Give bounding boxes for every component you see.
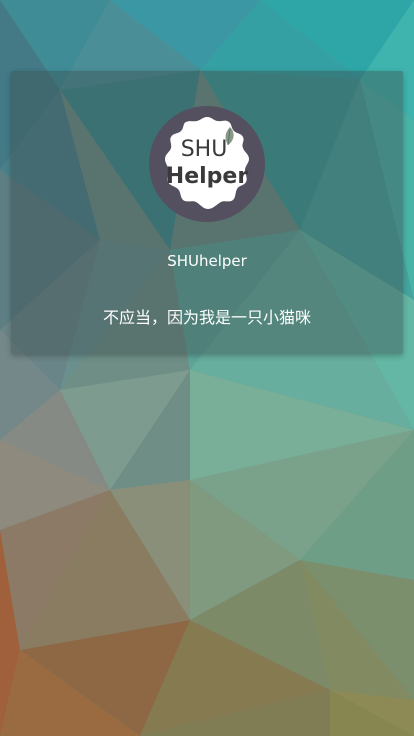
shuhelper-logo-icon[interactable]: SHU Helper bbox=[148, 105, 266, 223]
logo-text-shu: SHU bbox=[181, 137, 228, 162]
tagline: 不应当，因为我是一只小猫咪 bbox=[102, 308, 311, 327]
logo-text-helper: Helper bbox=[166, 164, 249, 189]
screen: SHU Helper SHUhelper 不应当，因为我是一只小猫咪 bbox=[0, 0, 414, 736]
profile-card: SHU Helper SHUhelper 不应当，因为我是一只小猫咪 bbox=[11, 71, 403, 354]
app-name: SHUhelper bbox=[167, 252, 247, 270]
